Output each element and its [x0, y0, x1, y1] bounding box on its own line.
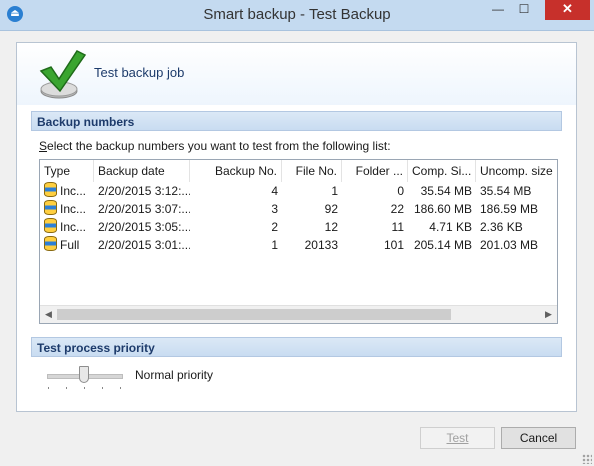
cell-backup-no: 1 — [271, 238, 278, 252]
database-icon — [44, 218, 57, 233]
scroll-thumb[interactable] — [57, 309, 451, 320]
database-icon — [44, 182, 57, 197]
scroll-right-icon[interactable]: ▶ — [540, 306, 557, 323]
column-file-no[interactable]: File No. — [282, 160, 342, 182]
test-button[interactable]: Test — [420, 427, 495, 449]
column-backup-date[interactable]: Backup date — [94, 160, 190, 182]
resize-grip[interactable] — [582, 454, 592, 464]
database-icon — [44, 200, 57, 215]
cell-folder-no: 22 — [390, 202, 404, 216]
backup-row[interactable]: Inc... 2/20/2015 3:12:... 4 1 0 35.54 MB… — [40, 182, 557, 200]
horizontal-scrollbar[interactable]: ◀ ▶ — [40, 305, 557, 323]
close-button[interactable]: ✕ — [545, 0, 590, 20]
maximize-button[interactable]: ☐ — [511, 0, 537, 20]
cell-folder-no: 0 — [397, 184, 404, 198]
title-bar: ⏏ Smart backup - Test Backup — ☐ ✕ — [0, 0, 594, 31]
backup-numbers-section: Backup numbers — [31, 111, 562, 131]
scroll-left-icon[interactable]: ◀ — [40, 306, 57, 323]
column-backup-no[interactable]: Backup No. — [190, 160, 282, 182]
cell-type: Full — [40, 236, 94, 254]
backup-row[interactable]: Full 2/20/2015 3:01:... 1 20133 101 205.… — [40, 236, 557, 254]
slider-tick — [66, 387, 67, 389]
slider-tick — [120, 387, 121, 389]
cell-type: Inc... — [40, 218, 94, 236]
cell-folder-no: 101 — [383, 238, 404, 252]
header-band: Test backup job — [17, 43, 576, 105]
backup-list[interactable]: Type Backup date Backup No. File No. Fol… — [39, 159, 558, 324]
cancel-button[interactable]: Cancel — [501, 427, 576, 449]
backup-row[interactable]: Inc... 2/20/2015 3:05:... 2 12 11 4.71 K… — [40, 218, 557, 236]
cell-folder-no: 11 — [391, 220, 404, 234]
cell-file-no: 1 — [331, 184, 338, 198]
cell-uncomp-size: 201.03 MB — [480, 238, 539, 252]
priority-section: Test process priority — [31, 337, 562, 357]
cell-comp-size: 205.14 MB — [413, 238, 472, 252]
cell-backup-no: 2 — [271, 220, 278, 234]
column-comp-size[interactable]: Comp. Si... — [408, 160, 476, 182]
column-uncomp-size[interactable]: Uncomp. size — [476, 160, 557, 182]
cell-file-no: 12 — [324, 220, 338, 234]
cell-type: Inc... — [40, 182, 94, 200]
cell-comp-size: 35.54 MB — [420, 184, 472, 198]
dialog-panel: Test backup job Backup numbers Select th… — [16, 42, 577, 412]
cell-date: 2/20/2015 3:01:... — [98, 238, 190, 252]
cell-uncomp-size: 2.36 KB — [480, 220, 523, 234]
cell-date: 2/20/2015 3:07:... — [98, 202, 190, 216]
cell-uncomp-size: 35.54 MB — [480, 184, 532, 198]
instruction-text: Select the backup numbers you want to te… — [39, 139, 391, 153]
cell-file-no: 92 — [324, 202, 338, 216]
cell-comp-size: 186.60 MB — [413, 202, 472, 216]
column-folder-no[interactable]: Folder ... — [342, 160, 408, 182]
cell-date: 2/20/2015 3:12:... — [98, 184, 190, 198]
priority-slider-thumb[interactable] — [79, 366, 89, 383]
slider-tick — [102, 387, 103, 389]
minimize-button[interactable]: — — [485, 0, 511, 20]
cell-comp-size: 4.71 KB — [429, 220, 472, 234]
header-title: Test backup job — [94, 65, 185, 80]
cell-type: Inc... — [40, 200, 94, 218]
instruction-label: elect the backup numbers you want to tes… — [47, 139, 391, 153]
instruction-accel: S — [39, 139, 48, 153]
cell-uncomp-size: 186.59 MB — [480, 202, 539, 216]
cell-backup-no: 3 — [271, 202, 278, 216]
cell-file-no: 20133 — [304, 238, 338, 252]
cell-date: 2/20/2015 3:05:... — [98, 220, 190, 234]
cell-backup-no: 4 — [271, 184, 278, 198]
slider-tick — [84, 387, 85, 389]
priority-value-label: Normal priority — [135, 368, 214, 382]
slider-tick — [48, 387, 49, 389]
column-type[interactable]: Type — [40, 160, 94, 182]
list-header: Type Backup date Backup No. File No. Fol… — [40, 160, 557, 182]
database-icon — [44, 236, 57, 251]
test-button-label: Test — [446, 431, 469, 445]
backup-row[interactable]: Inc... 2/20/2015 3:07:... 3 92 22 186.60… — [40, 200, 557, 218]
checkmark-icon — [39, 50, 87, 99]
